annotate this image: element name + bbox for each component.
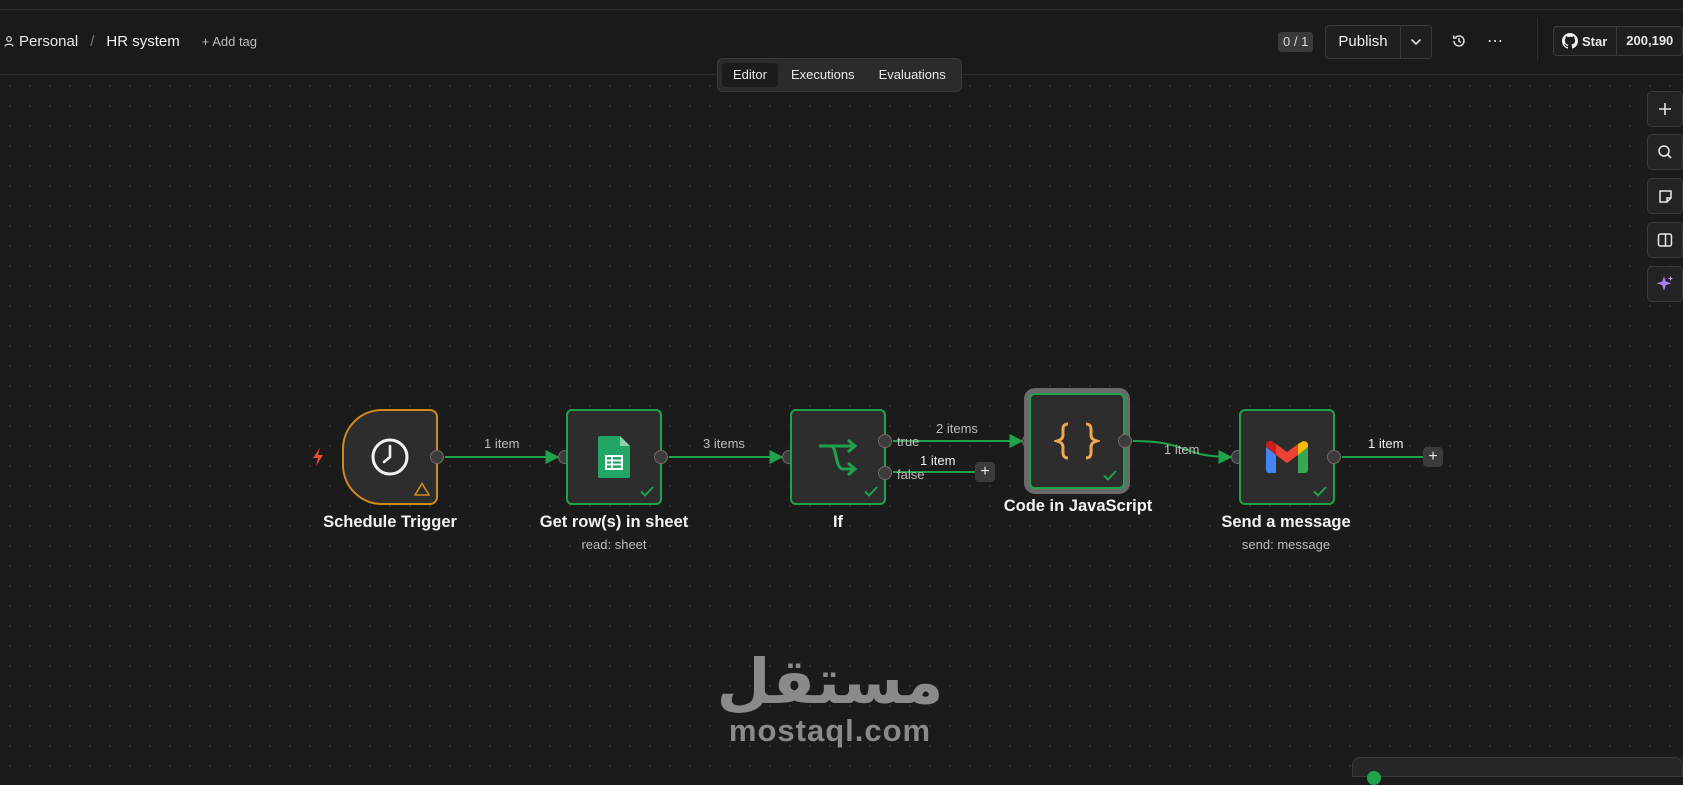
node-label: Code in JavaScript — [1003, 497, 1153, 515]
output-port[interactable] — [654, 450, 668, 464]
node-subtitle: send: message — [1241, 537, 1331, 552]
watermark-latin: mostaql.com — [728, 713, 932, 748]
node-label: Get row(s) in sheet — [539, 513, 689, 531]
edge-label: 3 items — [703, 436, 745, 451]
notification-toast[interactable] — [1352, 757, 1683, 785]
edge-label: 1 item — [1164, 442, 1200, 457]
add-node-after-false-button[interactable]: + — [975, 462, 995, 482]
node-if[interactable] — [790, 409, 886, 505]
gmail-icon — [1266, 441, 1308, 473]
node-subtitle: read: sheet — [581, 537, 647, 552]
node-label: If — [832, 513, 844, 531]
clock-icon — [371, 438, 409, 476]
if-true-label: true — [897, 434, 920, 449]
success-check-icon — [1313, 486, 1327, 497]
success-check-icon — [1103, 470, 1117, 481]
edge-label: 1 item — [1368, 436, 1404, 451]
edge-label: 1 item — [920, 453, 956, 468]
output-port[interactable] — [1327, 450, 1341, 464]
success-status-icon — [1367, 771, 1381, 785]
success-check-icon — [864, 486, 878, 497]
if-false-label: false — [897, 467, 925, 482]
add-node-after-gmail-button[interactable]: + — [1423, 447, 1443, 467]
edge-label: 2 items — [936, 421, 978, 436]
warning-icon — [414, 482, 430, 496]
watermark-arabic: مستقل — [716, 645, 944, 718]
node-schedule-trigger[interactable] — [342, 409, 438, 505]
watermark: مستقل mostaql.com — [700, 650, 960, 748]
success-check-icon — [640, 486, 654, 497]
node-code-in-javascript[interactable] — [1029, 393, 1125, 489]
node-get-rows-in-sheet[interactable] — [566, 409, 662, 505]
code-braces-icon — [1054, 422, 1100, 460]
edge-label: 1 item — [484, 436, 520, 451]
node-label: Send a message — [1221, 513, 1351, 531]
output-port-false[interactable] — [878, 466, 892, 480]
node-label: Schedule Trigger — [323, 513, 457, 531]
output-port-true[interactable] — [878, 434, 892, 448]
output-port[interactable] — [1118, 434, 1132, 448]
trigger-bolt-icon — [313, 448, 323, 466]
node-send-a-message[interactable] — [1239, 409, 1335, 505]
google-sheets-icon — [598, 436, 630, 478]
output-port[interactable] — [430, 450, 444, 464]
branch-icon — [819, 438, 858, 477]
